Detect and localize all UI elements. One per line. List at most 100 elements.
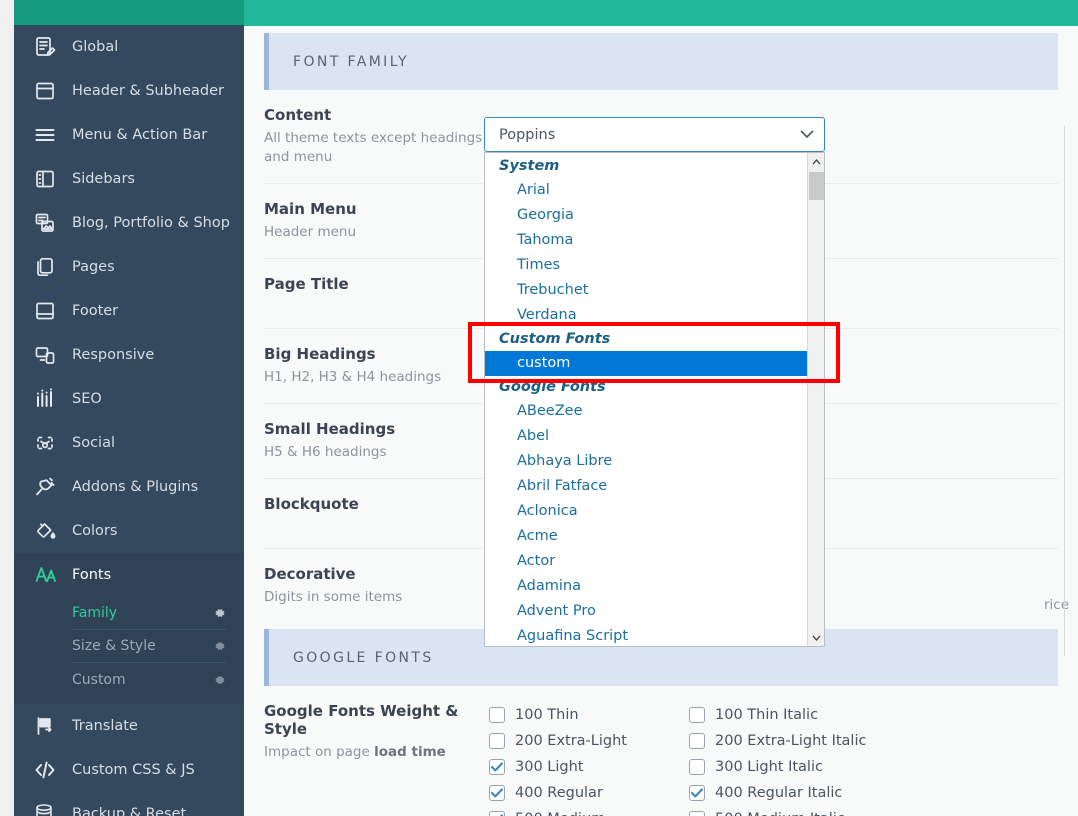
option-aguafina-script[interactable]: Aguafina Script bbox=[485, 624, 807, 646]
checkbox-500-medium-italic[interactable]: 500 Medium Italic bbox=[689, 806, 889, 816]
sidebar-item-header-subheader[interactable]: Header & Subheader bbox=[14, 69, 244, 113]
bar-chart-icon bbox=[32, 388, 58, 410]
option-abel[interactable]: Abel bbox=[485, 424, 807, 449]
option-tahoma[interactable]: Tahoma bbox=[485, 228, 807, 253]
checkbox-200-extra-light[interactable]: 200 Extra-Light bbox=[489, 728, 689, 754]
row-description: H1, H2, H3 & H4 headings bbox=[264, 369, 442, 385]
section-header-font-family: FONT FAMILY bbox=[264, 33, 1058, 90]
section-title: FONT FAMILY bbox=[293, 53, 409, 70]
sidebar-item-label: Blog, Portfolio & Shop bbox=[72, 215, 230, 231]
checkbox-label: 200 Extra-Light bbox=[515, 733, 627, 749]
option-arial[interactable]: Arial bbox=[485, 178, 807, 203]
checkbox-300-light-italic[interactable]: 300 Light Italic bbox=[689, 754, 889, 780]
option-verdana[interactable]: Verdana bbox=[485, 303, 807, 328]
option-abhaya-libre[interactable]: Abhaya Libre bbox=[485, 449, 807, 474]
checkbox-400-regular-italic[interactable]: 400 Regular Italic bbox=[689, 780, 889, 806]
sidebar-item-backup-reset[interactable]: Backup & Reset bbox=[14, 792, 244, 816]
checkbox-box-icon[interactable] bbox=[689, 759, 705, 775]
sidebar-subitem-family[interactable]: Family bbox=[72, 597, 226, 630]
checkbox-box-icon[interactable] bbox=[489, 707, 505, 723]
vertical-divider bbox=[1064, 126, 1065, 656]
sidebar-item-addons-plugins[interactable]: Addons & Plugins bbox=[14, 465, 244, 509]
option-georgia[interactable]: Georgia bbox=[485, 203, 807, 228]
checkbox-100-thin-italic[interactable]: 100 Thin Italic bbox=[689, 702, 889, 728]
sidebar-item-custom-css-js[interactable]: Custom CSS & JS bbox=[14, 748, 244, 792]
checkbox-box-icon[interactable] bbox=[489, 811, 505, 816]
scroll-up-arrow-icon[interactable] bbox=[808, 153, 824, 170]
sidebar-subitem-custom[interactable]: Custom bbox=[72, 663, 226, 696]
checkbox-box-icon[interactable] bbox=[689, 707, 705, 723]
gear-icon[interactable] bbox=[214, 674, 226, 686]
option-advent-pro[interactable]: Advent Pro bbox=[485, 599, 807, 624]
checkbox-label: 200 Extra-Light Italic bbox=[715, 733, 867, 749]
obscured-field-text: rice bbox=[1044, 597, 1070, 613]
option-aclonica[interactable]: Aclonica bbox=[485, 499, 807, 524]
share-nodes-icon bbox=[32, 432, 58, 454]
row-description: Digits in some items bbox=[264, 589, 403, 605]
sidebar-item-global[interactable]: Global bbox=[14, 25, 244, 69]
row-title: Blockquote bbox=[264, 495, 359, 513]
sidebar-item-label: Pages bbox=[72, 259, 115, 275]
checkbox-400-regular[interactable]: 400 Regular bbox=[489, 780, 689, 806]
row-label: Content All theme texts except headings a… bbox=[264, 106, 489, 167]
checkbox-column-upright: 100 Thin 200 Extra-Light 300 Light 400 Regu… bbox=[489, 702, 689, 816]
checkbox-label: 400 Regular bbox=[515, 785, 603, 801]
checkbox-200-extra-light-italic[interactable]: 200 Extra-Light Italic bbox=[689, 728, 889, 754]
section-title: GOOGLE FONTS bbox=[293, 649, 434, 666]
sidebar-item-label: Addons & Plugins bbox=[72, 479, 199, 495]
gear-icon[interactable] bbox=[214, 640, 226, 652]
checkbox-box-icon[interactable] bbox=[689, 811, 705, 816]
sidebar-item-colors[interactable]: Colors bbox=[14, 509, 244, 553]
row-description: Impact on page load time bbox=[264, 743, 489, 762]
checkbox-box-icon[interactable] bbox=[689, 785, 705, 801]
checkbox-box-icon[interactable] bbox=[689, 733, 705, 749]
sidebar-item-label: Menu & Action Bar bbox=[72, 127, 208, 143]
sidebar-item-label: Translate bbox=[72, 718, 138, 734]
checkbox-100-thin[interactable]: 100 Thin bbox=[489, 702, 689, 728]
sidebar-item-blog-portfolio-shop[interactable]: Blog, Portfolio & Shop bbox=[14, 201, 244, 245]
sidebar-item-sidebars[interactable]: Sidebars bbox=[14, 157, 244, 201]
scroll-down-arrow-icon[interactable] bbox=[808, 629, 824, 646]
option-trebuchet[interactable]: Trebuchet bbox=[485, 278, 807, 303]
sidebar-item-footer[interactable]: Footer bbox=[14, 289, 244, 333]
option-abeezee[interactable]: ABeeZee bbox=[485, 399, 807, 424]
checkbox-box-icon[interactable] bbox=[489, 733, 505, 749]
left-gutter bbox=[0, 0, 14, 816]
row-description: Header menu bbox=[264, 224, 357, 240]
option-adamina[interactable]: Adamina bbox=[485, 574, 807, 599]
option-abril-fatface[interactable]: Abril Fatface bbox=[485, 474, 807, 499]
checkbox-label: 300 Light bbox=[515, 759, 584, 775]
sidebar-item-responsive[interactable]: Responsive bbox=[14, 333, 244, 377]
option-group-label: System bbox=[499, 158, 560, 174]
row-label: Small Headings H5 & H6 headings bbox=[264, 420, 489, 462]
checkbox-grid: 100 Thin 200 Extra-Light 300 Light 400 Regu… bbox=[489, 702, 1058, 816]
checkbox-500-medium[interactable]: 500 Medium bbox=[489, 806, 689, 816]
topbar-left-accent bbox=[14, 0, 244, 25]
scrollbar-thumb[interactable] bbox=[809, 172, 824, 200]
sidebar-item-label: Sidebars bbox=[72, 171, 135, 187]
checkbox-300-light[interactable]: 300 Light bbox=[489, 754, 689, 780]
option-times[interactable]: Times bbox=[485, 253, 807, 278]
sidebar-item-menu-action-bar[interactable]: Menu & Action Bar bbox=[14, 113, 244, 157]
sidebar-item-translate[interactable]: Translate bbox=[14, 704, 244, 748]
sidebar-item-label: Responsive bbox=[72, 347, 155, 363]
font-aa-icon bbox=[32, 564, 58, 586]
checkbox-box-icon[interactable] bbox=[489, 785, 505, 801]
dropdown-scrollbar[interactable] bbox=[807, 153, 824, 646]
sidebar-item-pages[interactable]: Pages bbox=[14, 245, 244, 289]
desc-emphasis: load time bbox=[374, 744, 446, 760]
option-acme[interactable]: Acme bbox=[485, 524, 807, 549]
sidebar-item-social[interactable]: Social bbox=[14, 421, 244, 465]
checkbox-box-icon[interactable] bbox=[489, 759, 505, 775]
option-actor[interactable]: Actor bbox=[485, 549, 807, 574]
sidebar-item-seo[interactable]: SEO bbox=[14, 377, 244, 421]
font-family-dropdown-list[interactable]: System Arial Georgia Tahoma Times Trebuchet Ve… bbox=[484, 152, 825, 647]
sidebar-item-label: Colors bbox=[72, 523, 118, 539]
sidebar-subitem-size-style[interactable]: Size & Style bbox=[72, 630, 226, 663]
gear-icon[interactable] bbox=[214, 607, 226, 619]
checkbox-label: 300 Light Italic bbox=[715, 759, 823, 775]
font-family-select[interactable]: Poppins bbox=[484, 117, 825, 152]
sidebar-item-fonts[interactable]: Fonts bbox=[14, 553, 244, 597]
option-custom[interactable]: custom bbox=[485, 351, 807, 376]
option-group-label: Custom Fonts bbox=[499, 331, 611, 347]
